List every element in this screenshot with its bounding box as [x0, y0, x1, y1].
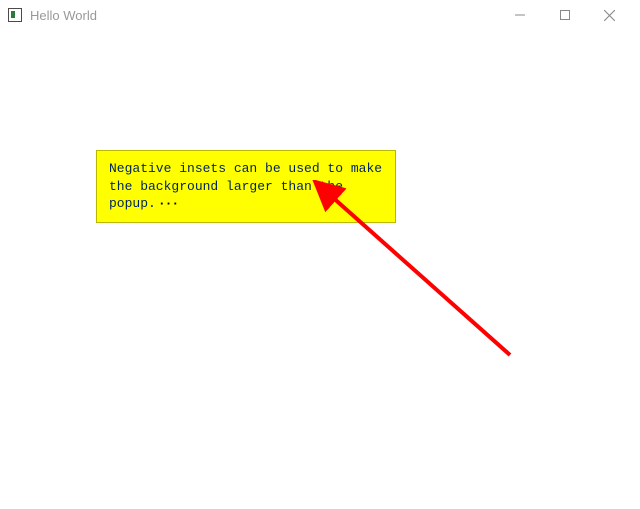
ellipsis-icon: ··· — [158, 195, 178, 213]
app-icon — [8, 8, 22, 22]
window-controls — [497, 0, 632, 30]
titlebar: Hello World — [0, 0, 640, 30]
close-button[interactable] — [587, 0, 632, 30]
minimize-button[interactable] — [497, 0, 542, 30]
popup-tooltip: Negative insets can be used to make the … — [96, 150, 396, 223]
window-title: Hello World — [30, 8, 497, 23]
popup-text: Negative insets can be used to make the … — [109, 160, 383, 213]
maximize-button[interactable] — [542, 0, 587, 30]
content-area: Negative insets can be used to make the … — [0, 30, 640, 509]
